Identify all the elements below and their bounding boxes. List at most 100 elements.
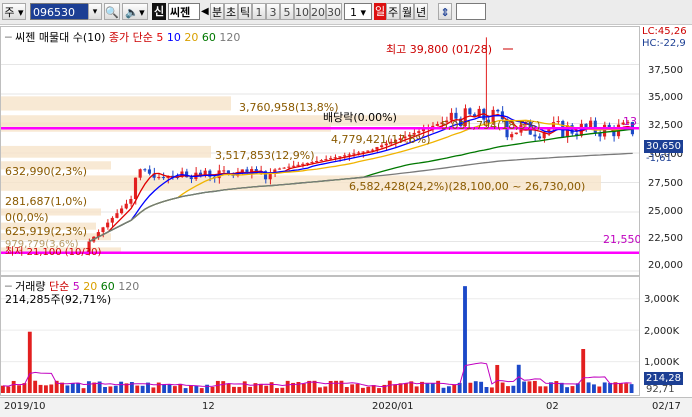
- period-day-button[interactable]: 일: [374, 3, 386, 20]
- volume-bar: [393, 384, 398, 393]
- candle: [468, 108, 472, 115]
- volume-bar: [339, 380, 344, 393]
- volume-bar: [119, 381, 124, 393]
- y-tick: 37,500: [648, 65, 683, 76]
- price-y-axis: LC:45,26 HC:-22,9 37,500 35,000 32,500 3…: [640, 26, 692, 276]
- max-price-label: 최고 39,800 (01/28): [386, 43, 493, 56]
- candle: [277, 168, 282, 170]
- volume-bar: [350, 384, 355, 393]
- ma-5: 5: [156, 31, 164, 44]
- candle: [352, 153, 356, 155]
- volume-bar: [452, 384, 457, 393]
- candle: [291, 165, 295, 167]
- candle: [133, 177, 138, 200]
- candle: [342, 155, 347, 157]
- volume-bar: [237, 386, 242, 393]
- candle: [510, 134, 514, 138]
- volume-bar: [172, 386, 177, 393]
- volume-bar: [27, 331, 32, 393]
- volume-bar: [484, 387, 489, 393]
- vp-label-1: 4,779,421(17,6%): [331, 133, 431, 146]
- candle: [305, 162, 309, 164]
- period-minute-button[interactable]: 분: [210, 3, 224, 20]
- volume-bar: [38, 384, 43, 393]
- volume-bar: [414, 386, 419, 393]
- volume-bar: [221, 381, 226, 393]
- volume-bar: [328, 380, 333, 393]
- volume-bar: [17, 385, 21, 393]
- candle: [328, 158, 333, 160]
- candle: [589, 120, 593, 128]
- volume-bar: [446, 386, 451, 393]
- candle: [375, 147, 379, 150]
- candle: [366, 150, 370, 152]
- ma-60: 60: [201, 31, 216, 44]
- volume-bar: [194, 385, 199, 393]
- candle: [435, 124, 439, 126]
- toolbar: 주 ▾ 096530 ▾ 🔍 🔈▾ 신 씨젠 ◀ 분 초 틱 1 3 5 10 …: [0, 0, 692, 25]
- candle: [147, 169, 152, 174]
- volume-bar: [543, 386, 548, 393]
- period-tick-button[interactable]: 틱: [238, 3, 252, 20]
- volume-bar: [532, 380, 537, 393]
- credit-tag: 신: [152, 3, 166, 20]
- period-month-button[interactable]: 월: [400, 3, 414, 20]
- extra-input[interactable]: [456, 3, 486, 20]
- volume-bar: [559, 382, 564, 393]
- candle: [120, 208, 124, 214]
- volume-bar: [226, 383, 231, 393]
- volume-bar: [151, 387, 156, 393]
- candle: [370, 149, 374, 151]
- volume-bar: [344, 387, 349, 393]
- period-year-button[interactable]: 년: [414, 3, 428, 20]
- search-icon[interactable]: 🔍: [104, 3, 120, 20]
- updown-arrow-icon[interactable]: ⇕: [438, 3, 452, 20]
- min-btn-30[interactable]: 30: [326, 3, 342, 20]
- volume-bar: [60, 382, 64, 393]
- current-change: -1,61: [646, 153, 672, 164]
- volume-bar: [597, 386, 602, 393]
- min-btn-3[interactable]: 3: [266, 3, 280, 20]
- candle: [324, 159, 328, 161]
- candle: [124, 203, 128, 209]
- min-btn-1[interactable]: 1: [252, 3, 266, 20]
- vp-label-7: 0(0,0%): [5, 211, 49, 224]
- candle: [537, 136, 542, 139]
- market-select[interactable]: 주 ▾: [2, 3, 26, 20]
- price-chart-panel: ─ 씨젠 매물대 수(10) 종가 단순 5 10 20 60 120 최고 3…: [0, 26, 642, 276]
- volume-bar: [516, 364, 521, 393]
- volume-bar: [334, 380, 338, 393]
- speaker-icon[interactable]: 🔈▾: [122, 3, 148, 20]
- code-dropdown-icon[interactable]: ▾: [88, 3, 102, 20]
- volume-bar: [500, 382, 505, 393]
- candle: [301, 163, 305, 165]
- x-tick: 02/17: [652, 401, 681, 412]
- volume-profile-band: [1, 145, 211, 158]
- current-price-tag: 30,650: [644, 140, 683, 153]
- volume-bar: [280, 387, 285, 393]
- min-btn-5[interactable]: 5: [280, 3, 294, 20]
- candle: [189, 177, 193, 180]
- candle: [454, 112, 458, 119]
- volume-bar: [592, 384, 596, 393]
- candle: [514, 132, 518, 135]
- vol-y-tick: 2,000K: [644, 326, 680, 337]
- volume-bar: [629, 384, 634, 393]
- vol-ma-120: 120: [118, 280, 140, 293]
- market-label: 주: [4, 6, 15, 19]
- candle: [296, 164, 300, 166]
- min-btn-10[interactable]: 10: [294, 3, 310, 20]
- volume-bar: [489, 387, 494, 393]
- volume-bar: [570, 386, 575, 393]
- period-week-button[interactable]: 주: [386, 3, 400, 20]
- candle: [157, 177, 161, 179]
- ma-20: 20: [184, 31, 199, 44]
- ma-120: 120: [219, 31, 241, 44]
- volume-bar: [463, 286, 467, 393]
- min-btn-20[interactable]: 20: [310, 3, 326, 20]
- volume-bar: [387, 380, 392, 393]
- count-select[interactable]: 1 ▾: [344, 3, 372, 20]
- volume-bar: [581, 349, 586, 393]
- volume-bar: [624, 383, 629, 393]
- period-second-button[interactable]: 초: [224, 3, 238, 20]
